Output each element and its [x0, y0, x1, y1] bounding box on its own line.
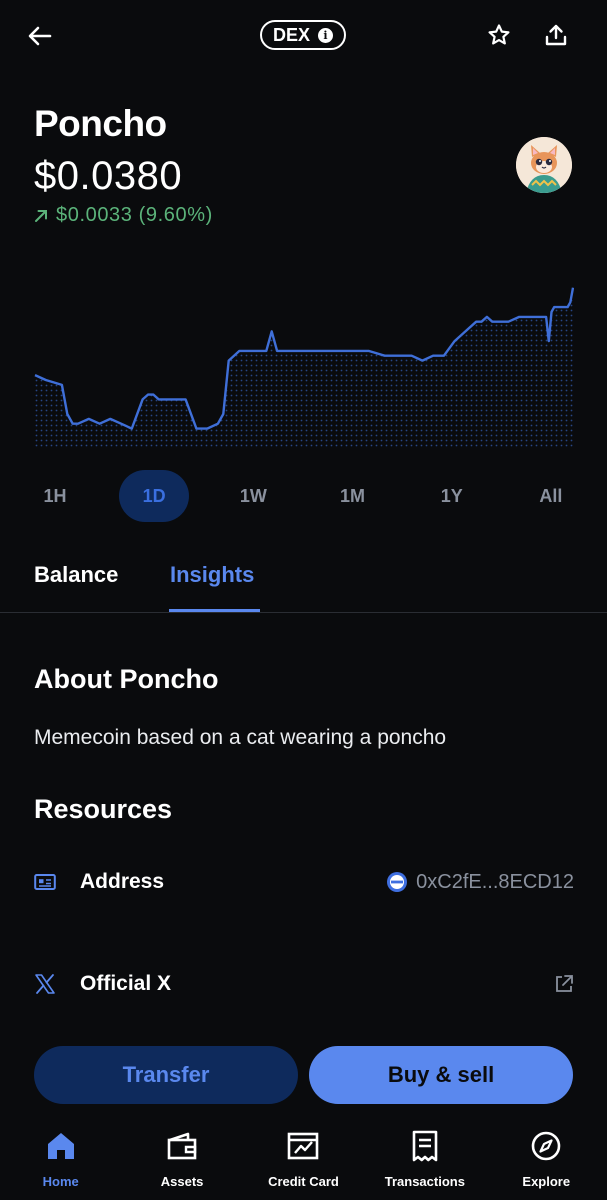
range-1h[interactable]: 1H	[20, 470, 90, 522]
about-title: About Poncho	[34, 664, 219, 694]
wallet-icon	[167, 1132, 197, 1160]
price-chart[interactable]	[34, 278, 574, 448]
active-tab-indicator	[169, 609, 260, 612]
compass-icon	[531, 1131, 561, 1161]
dex-badge-label: DEX	[272, 24, 310, 45]
about-description: Memecoin based on a cat wearing a poncho	[34, 726, 447, 749]
nav-home-label: Home	[42, 1174, 79, 1189]
x-logo-icon	[35, 974, 55, 994]
token-name: Poncho	[34, 103, 167, 144]
price-change: $0.0033 (9.60%)	[34, 204, 213, 227]
nav-assets[interactable]: Assets	[124, 1124, 240, 1200]
nav-transactions-label: Transactions	[384, 1174, 465, 1189]
transfer-button[interactable]: Transfer	[34, 1046, 298, 1104]
address-row[interactable]: Address 0xC2fE...8ECD12	[34, 862, 574, 902]
address-value[interactable]: 0xC2fE...8ECD12	[416, 871, 574, 894]
dex-badge[interactable]: DEX i	[260, 20, 346, 50]
tab-bar: Balance Insights	[0, 550, 607, 613]
range-all[interactable]: All	[516, 470, 586, 522]
nav-credit-card[interactable]: Credit Card	[245, 1124, 361, 1200]
address-card-icon	[34, 874, 56, 890]
arrow-up-right-icon	[35, 209, 47, 222]
receipt-icon	[412, 1130, 438, 1162]
tab-balance[interactable]: Balance	[34, 562, 118, 588]
range-1y[interactable]: 1Y	[417, 470, 487, 522]
credit-card-icon	[288, 1132, 319, 1160]
buy-sell-button[interactable]: Buy & sell	[309, 1046, 573, 1104]
home-icon	[47, 1133, 74, 1159]
star-icon[interactable]	[482, 18, 516, 52]
info-icon: i	[318, 27, 333, 43]
tab-insights[interactable]: Insights	[170, 562, 254, 588]
range-1w[interactable]: 1W	[218, 470, 288, 522]
external-link-icon[interactable]	[554, 974, 574, 994]
nav-transactions[interactable]: Transactions	[367, 1124, 483, 1200]
range-1d[interactable]: 1D	[119, 470, 190, 522]
nav-explore[interactable]: Explore	[488, 1124, 604, 1200]
token-price: $0.0380	[34, 154, 183, 198]
chart-area	[35, 287, 573, 448]
token-avatar	[516, 137, 572, 193]
official-x-label: Official X	[80, 972, 172, 995]
address-label: Address	[80, 870, 165, 893]
nav-home[interactable]: Home	[3, 1124, 119, 1200]
range-1m[interactable]: 1M	[318, 470, 388, 522]
resources-title: Resources	[34, 794, 173, 824]
nav-explore-label: Explore	[522, 1174, 571, 1189]
nav-assets-label: Assets	[160, 1174, 204, 1189]
back-arrow-icon[interactable]	[22, 18, 58, 54]
price-change-value: $0.0033 (9.60%)	[56, 204, 213, 226]
nav-credit-card-label: Credit Card	[268, 1174, 339, 1189]
official-x-row[interactable]: Official X	[34, 964, 574, 1004]
time-range-selector: 1H 1D 1W 1M 1Y All	[20, 470, 586, 522]
bottom-navigation: Home Assets Credit Card Transactions Exp…	[0, 1124, 607, 1200]
network-logo-icon	[387, 872, 408, 892]
share-icon[interactable]	[539, 18, 573, 52]
